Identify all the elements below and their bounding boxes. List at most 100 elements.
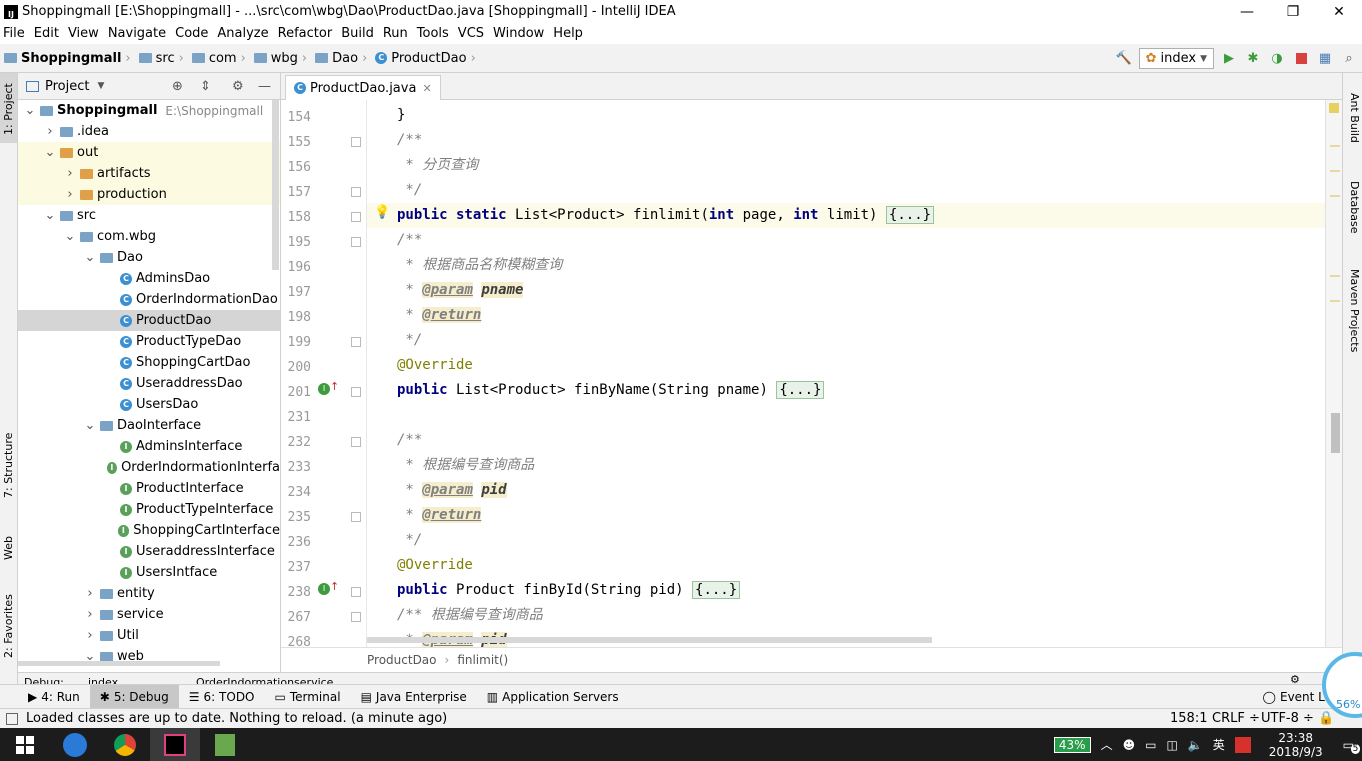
chevron-down-icon[interactable]: ▼ bbox=[97, 81, 104, 91]
tree-item[interactable]: I ShoppingCartInterface bbox=[18, 520, 280, 541]
tree-item[interactable]: C OrderIndormationDao bbox=[18, 289, 280, 310]
tree-item[interactable]: › Util bbox=[18, 625, 280, 646]
line-separator[interactable]: CRLF ÷ bbox=[1212, 711, 1260, 726]
fold-marker-icon[interactable] bbox=[351, 612, 361, 622]
tree-item[interactable]: C ProductTypeDao bbox=[18, 331, 280, 352]
implements-icon[interactable]: I bbox=[318, 583, 330, 595]
fold-marker-icon[interactable] bbox=[351, 337, 361, 347]
chevron-down-icon[interactable]: ⌄ bbox=[64, 229, 76, 244]
project-tool-tab[interactable]: 1: Project bbox=[2, 83, 15, 135]
people-icon[interactable]: ☻ bbox=[1123, 738, 1136, 752]
network-icon[interactable]: ◫ bbox=[1166, 738, 1177, 752]
tree-item[interactable]: ⌄ out bbox=[18, 142, 280, 163]
chrome-icon[interactable] bbox=[100, 728, 150, 761]
chevron-right-icon[interactable]: › bbox=[44, 124, 56, 139]
menu-refactor[interactable]: Refactor bbox=[275, 26, 339, 41]
menu-run[interactable]: Run bbox=[380, 26, 414, 41]
maven-projects-tab[interactable]: Maven Projects bbox=[1348, 269, 1361, 352]
run-config-select[interactable]: ✿ index ▼ bbox=[1138, 48, 1214, 69]
search-icon[interactable]: ⌕ bbox=[1340, 50, 1358, 68]
close-button[interactable]: ✕ bbox=[1316, 0, 1362, 23]
tree-item[interactable]: › service bbox=[18, 604, 280, 625]
crumb-com[interactable]: com bbox=[191, 51, 237, 66]
chevron-right-icon[interactable]: › bbox=[84, 586, 96, 601]
volume-icon[interactable]: 🔈 bbox=[1188, 738, 1203, 752]
project-view-select[interactable]: Project bbox=[45, 79, 89, 94]
editor-scrollbar[interactable] bbox=[1325, 100, 1342, 647]
windows-start-icon[interactable] bbox=[0, 728, 50, 761]
project-structure-icon[interactable]: ▦ bbox=[1316, 50, 1334, 68]
implements-icon[interactable]: I bbox=[318, 383, 330, 395]
tree-item[interactable]: › artifacts bbox=[18, 163, 280, 184]
debug-icon[interactable]: ✱ bbox=[1244, 50, 1262, 68]
chevron-down-icon[interactable]: ⌄ bbox=[44, 145, 56, 160]
fold-marker-icon[interactable] bbox=[351, 187, 361, 197]
caret-position[interactable]: 158:1 bbox=[1170, 711, 1207, 726]
memory-overlay[interactable]: 56% bbox=[1322, 652, 1362, 718]
menu-navigate[interactable]: Navigate bbox=[105, 26, 172, 41]
tree-item[interactable]: C UseraddressDao bbox=[18, 373, 280, 394]
tab-productdao[interactable]: C ProductDao.java ✕ bbox=[285, 75, 441, 100]
tree-item[interactable]: ⌄ Dao bbox=[18, 247, 280, 268]
chevron-down-icon[interactable]: ⌄ bbox=[44, 208, 56, 223]
menu-tools[interactable]: Tools bbox=[414, 26, 455, 41]
stop-icon[interactable] bbox=[1292, 50, 1310, 68]
tool-java-enterprise[interactable]: ▤ Java Enterprise bbox=[351, 685, 477, 709]
fold-marker-icon[interactable] bbox=[351, 137, 361, 147]
code-editor[interactable]: 💡 } /** * 分页查询 */ public static List<Pro… bbox=[367, 100, 1325, 647]
scroll-thumb[interactable] bbox=[1331, 413, 1340, 453]
fold-marker-icon[interactable] bbox=[351, 387, 361, 397]
coverage-icon[interactable]: ◑ bbox=[1268, 50, 1286, 68]
tree-item[interactable]: I AdminsInterface bbox=[18, 436, 280, 457]
chevron-up-icon[interactable]: ︿ bbox=[1101, 736, 1113, 753]
maximize-button[interactable]: ❐ bbox=[1270, 0, 1316, 23]
chevron-right-icon[interactable]: › bbox=[84, 607, 96, 622]
tree-item[interactable]: › .idea bbox=[18, 121, 280, 142]
status-toggle-icon[interactable] bbox=[6, 712, 18, 725]
collapse-icon[interactable]: ⇕ bbox=[200, 79, 211, 94]
horizontal-scrollbar[interactable] bbox=[367, 637, 932, 643]
tree-item[interactable]: I ProductTypeInterface bbox=[18, 499, 280, 520]
crumb-project[interactable]: Shoppingmall bbox=[4, 51, 121, 66]
web-tool-tab[interactable]: Web bbox=[2, 536, 15, 560]
editor-taskbar-icon[interactable] bbox=[200, 728, 250, 761]
menu-file[interactable]: File bbox=[0, 26, 31, 41]
tree-item[interactable]: › production bbox=[18, 184, 280, 205]
crumb-productdao[interactable]: C ProductDao bbox=[375, 51, 467, 66]
menu-view[interactable]: View bbox=[65, 26, 105, 41]
tree-item[interactable]: C UsersDao bbox=[18, 394, 280, 415]
tree-item[interactable]: ⌄ src bbox=[18, 205, 280, 226]
tree-item[interactable]: C ShoppingCartDao bbox=[18, 352, 280, 373]
fold-marker-icon[interactable] bbox=[351, 587, 361, 597]
build-hammer-icon[interactable]: 🔨 bbox=[1115, 50, 1133, 68]
run-icon[interactable]: ▶ bbox=[1220, 50, 1238, 68]
intellij-taskbar-icon[interactable] bbox=[150, 728, 200, 761]
gear-icon[interactable]: ⚙ bbox=[232, 79, 244, 94]
horizontal-scrollbar[interactable] bbox=[18, 661, 220, 666]
breadcrumb-class[interactable]: ProductDao bbox=[367, 653, 437, 667]
fold-marker-icon[interactable] bbox=[351, 237, 361, 247]
tool-application-servers[interactable]: ▥ Application Servers bbox=[477, 685, 629, 709]
tool-terminal[interactable]: ▭ Terminal bbox=[265, 685, 351, 709]
sogou-app-icon[interactable] bbox=[50, 728, 100, 761]
structure-tool-tab[interactable]: 7: Structure bbox=[2, 433, 15, 498]
menu-analyze[interactable]: Analyze bbox=[214, 26, 274, 41]
fold-marker-icon[interactable] bbox=[351, 512, 361, 522]
fold-marker-icon[interactable] bbox=[351, 437, 361, 447]
tree-item[interactable]: ⌄ Shoppingmall E:\Shoppingmall bbox=[18, 100, 280, 121]
file-encoding[interactable]: UTF-8 ÷ bbox=[1261, 711, 1314, 726]
tree-item[interactable]: I OrderIndormationInterfa bbox=[18, 457, 280, 478]
menu-help[interactable]: Help bbox=[550, 26, 589, 41]
debug-tab-service[interactable]: OrderIndormationservice bbox=[196, 676, 333, 684]
clock[interactable]: 23:38 2018/9/3 bbox=[1269, 731, 1323, 759]
tool-todo[interactable]: ☰ 6: TODO bbox=[179, 685, 265, 709]
tree-item[interactable]: ⌄ DaoInterface bbox=[18, 415, 280, 436]
ant-build-tab[interactable]: Ant Build bbox=[1348, 93, 1361, 143]
notification-icon[interactable]: ▭ 5 bbox=[1343, 738, 1361, 754]
tree-item[interactable]: I UseraddressInterface bbox=[18, 541, 280, 562]
chevron-down-icon[interactable]: ⌄ bbox=[84, 250, 96, 265]
locate-icon[interactable]: ⊕ bbox=[172, 79, 183, 94]
tool-debug[interactable]: ✱ 5: Debug bbox=[89, 684, 179, 709]
menu-code[interactable]: Code bbox=[172, 26, 214, 41]
close-icon[interactable]: ✕ bbox=[422, 82, 431, 95]
